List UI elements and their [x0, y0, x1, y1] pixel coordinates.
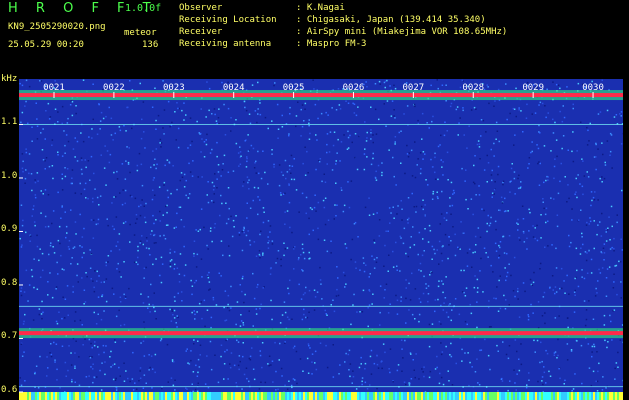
- count-label: 136: [142, 40, 159, 50]
- x-tick-mark: [293, 92, 295, 98]
- x-tick-label: 0025: [283, 83, 305, 93]
- y-tick-label: 0.7: [1, 331, 18, 342]
- info-location: Receiving Location : Chigasaki, Japan (13…: [179, 15, 486, 25]
- x-tick-mark: [592, 92, 594, 98]
- band-line-2: [19, 123, 623, 125]
- info-antenna-value: : Maspro FM-3: [296, 39, 367, 49]
- x-tick-mark: [113, 92, 115, 98]
- y-tick-label: 1.0: [1, 170, 18, 181]
- file-name: KN9_2505290020.png: [8, 22, 106, 32]
- info-antenna-label: Receiving antenna: [179, 39, 272, 49]
- y-axis-unit: kHz: [1, 74, 18, 84]
- x-tick-label: 0027: [403, 83, 425, 93]
- y-tick-label: 1.1: [1, 117, 18, 128]
- x-tick-mark: [352, 92, 354, 98]
- info-observer: Observer : K.Nagai: [179, 3, 345, 13]
- y-tick-mark: [19, 284, 23, 286]
- x-tick-label: 0028: [462, 83, 484, 93]
- x-tick-mark: [532, 92, 534, 98]
- y-tick-mark: [19, 123, 23, 125]
- datetime-label: 25.05.29 00:20: [8, 40, 84, 50]
- x-tick-label: 0024: [223, 83, 245, 93]
- info-receiver-value: : AirSpy mini (Miakejima VOR 108.65MHz): [296, 27, 508, 37]
- x-tick-mark: [173, 92, 175, 98]
- band-core-1: [19, 331, 623, 336]
- x-tick-mark: [472, 92, 474, 98]
- info-observer-label: Observer: [179, 3, 223, 13]
- y-tick-label: 0.9: [1, 224, 18, 235]
- y-tick-mark: [19, 391, 23, 393]
- x-tick-label: 0021: [43, 83, 65, 93]
- x-tick-mark: [233, 92, 235, 98]
- x-tick-label: 0026: [343, 83, 365, 93]
- y-tick-mark: [19, 177, 23, 179]
- x-tick-label: 0023: [163, 83, 185, 93]
- header-bar: H R O F F T 1.0.0f KN9_2505290020.png me…: [0, 0, 629, 84]
- x-tick-label: 0022: [103, 83, 125, 93]
- spectrogram-plot: 0021 0022 0023 0024 0025 0026 0027 0028 0029 0030: [19, 79, 623, 400]
- info-antenna: Receiving antenna : Maspro FM-3: [179, 39, 366, 49]
- band-line-4: [19, 386, 623, 388]
- info-location-label: Receiving Location: [179, 15, 277, 25]
- y-tick-mark: [19, 230, 23, 232]
- x-tick-mark: [53, 92, 55, 98]
- band-line-3: [19, 305, 623, 307]
- spectrogram-svg: 0021 0022 0023 0024 0025 0026 0027 0028 0029 0030: [19, 79, 623, 400]
- y-tick-mark: [19, 337, 23, 339]
- info-receiver-label: Receiver: [179, 27, 223, 37]
- band-core-0: [19, 93, 623, 98]
- mode-label: meteor: [124, 28, 157, 38]
- y-tick-label: 0.8: [1, 277, 18, 288]
- info-location-value: : Chigasaki, Japan (139.414 35.340): [296, 15, 486, 25]
- version-label: 1.0.0f: [125, 3, 162, 14]
- spectrogram-background: [19, 79, 623, 400]
- x-tick-mark: [412, 92, 414, 98]
- x-tick-label: 0029: [522, 83, 544, 93]
- info-receiver: Receiver : AirSpy mini (Miakejima VOR 108…: [179, 27, 507, 37]
- y-tick-label: 0.6: [1, 384, 18, 395]
- x-tick-label: 0030: [582, 83, 604, 93]
- info-observer-value: : K.Nagai: [296, 3, 345, 13]
- bottom-strip: [19, 392, 623, 400]
